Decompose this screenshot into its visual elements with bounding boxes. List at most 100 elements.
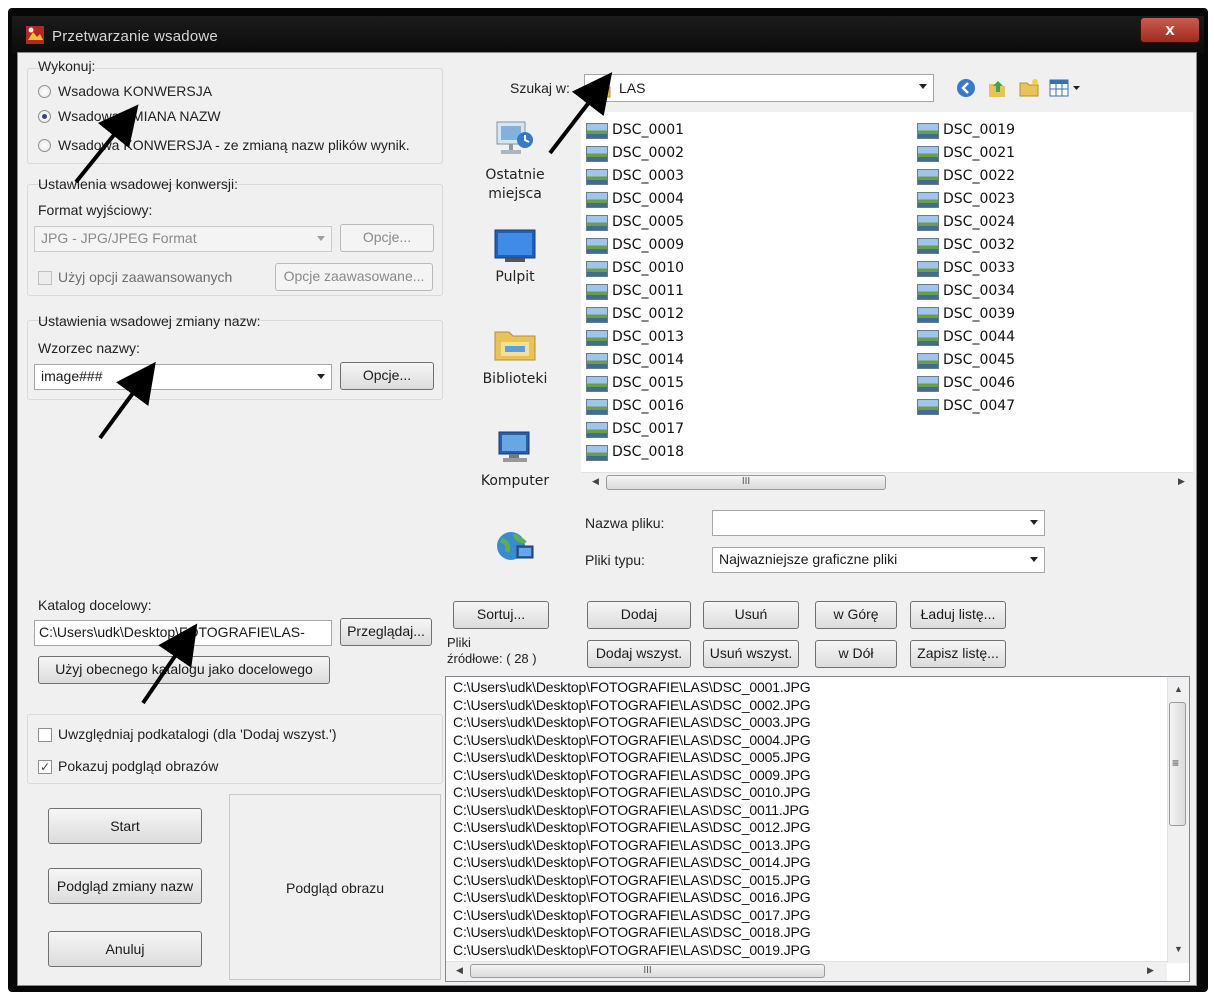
computer-label[interactable]: Komputer: [470, 472, 560, 491]
file-item[interactable]: DSC_0005: [580, 211, 684, 233]
load-list-button[interactable]: Ładuj listę...: [910, 601, 1006, 629]
back-icon[interactable]: [955, 77, 977, 99]
name-pattern-select[interactable]: image###: [34, 364, 332, 390]
scroll-right-icon[interactable]: ▶: [1178, 476, 1185, 487]
desktop-label[interactable]: Pulpit: [470, 268, 560, 287]
file-item[interactable]: DSC_0021: [911, 142, 1015, 164]
move-up-button[interactable]: w Górę: [815, 601, 897, 629]
add-button[interactable]: Dodaj: [587, 601, 691, 629]
preview-checkbox-label[interactable]: Pokazuj podgląd obrazów: [58, 758, 218, 774]
browse-button[interactable]: Przeglądaj...: [340, 618, 432, 646]
source-file-row[interactable]: C:\Users\udk\Desktop\FOTOGRAFIE\LAS\DSC_…: [453, 697, 811, 713]
file-item[interactable]: DSC_0024: [911, 211, 1015, 233]
file-item[interactable]: DSC_0044: [911, 326, 1015, 348]
file-item[interactable]: DSC_0018: [580, 441, 684, 463]
advanced-options-button[interactable]: Opcje zaawasowane...: [275, 263, 433, 291]
file-item[interactable]: DSC_0023: [911, 188, 1015, 210]
file-item[interactable]: DSC_0045: [911, 349, 1015, 371]
file-item[interactable]: DSC_0010: [580, 257, 684, 279]
subfolders-checkbox[interactable]: [38, 728, 52, 742]
look-in-select[interactable]: LAS: [584, 74, 934, 102]
file-item[interactable]: DSC_0003: [580, 165, 684, 187]
remove-all-button[interactable]: Usuń wszyst.: [703, 640, 799, 668]
file-item[interactable]: DSC_0004: [580, 188, 684, 210]
preview-checkbox[interactable]: ✓: [38, 760, 52, 774]
file-item[interactable]: DSC_0032: [911, 234, 1015, 256]
subfolders-label[interactable]: Uwzględniaj podkatalogi (dla 'Dodaj wszy…: [58, 726, 336, 742]
radio-batch-conversion-rename[interactable]: [38, 139, 51, 152]
libraries-label[interactable]: Biblioteki: [470, 370, 560, 389]
radio-batch-conversion-rename-label[interactable]: Wsadowa KONWERSJA - ze zmianą nazw plikó…: [58, 137, 410, 153]
file-item[interactable]: DSC_0047: [911, 395, 1015, 417]
rename-preview-button[interactable]: Podgląd zmiany nazw: [48, 868, 202, 904]
scroll-right-icon[interactable]: ▶: [1147, 965, 1154, 976]
scroll-left-icon[interactable]: ◀: [456, 965, 463, 976]
move-down-button[interactable]: w Dół: [815, 640, 897, 668]
source-file-row[interactable]: C:\Users\udk\Desktop\FOTOGRAFIE\LAS\DSC_…: [453, 820, 811, 835]
save-list-button[interactable]: Zapisz listę...: [910, 640, 1006, 668]
recent-places-label[interactable]: Ostatnie miejsca: [469, 166, 561, 204]
radio-batch-conversion-label[interactable]: Wsadowa KONWERSJA: [58, 83, 212, 99]
file-item[interactable]: DSC_0033: [911, 257, 1015, 279]
source-file-row[interactable]: C:\Users\udk\Desktop\FOTOGRAFIE\LAS\DSC_…: [453, 732, 811, 748]
file-item[interactable]: DSC_0039: [911, 303, 1015, 325]
source-file-row[interactable]: C:\Users\udk\Desktop\FOTOGRAFIE\LAS\DSC_…: [453, 907, 811, 923]
recent-places-icon[interactable]: [491, 118, 539, 158]
source-file-row[interactable]: C:\Users\udk\Desktop\FOTOGRAFIE\LAS\DSC_…: [453, 890, 811, 905]
scroll-down-icon[interactable]: ▼: [1174, 944, 1183, 954]
network-icon[interactable]: [491, 526, 539, 566]
radio-batch-rename[interactable]: [38, 110, 51, 123]
source-file-row[interactable]: C:\Users\udk\Desktop\FOTOGRAFIE\LAS\DSC_…: [453, 785, 811, 800]
new-folder-icon[interactable]: [1018, 77, 1040, 99]
source-file-row[interactable]: C:\Users\udk\Desktop\FOTOGRAFIE\LAS\DSC_…: [453, 942, 811, 958]
source-file-row[interactable]: C:\Users\udk\Desktop\FOTOGRAFIE\LAS\DSC_…: [453, 715, 811, 730]
view-menu-icon[interactable]: [1048, 77, 1084, 99]
source-list-hscroll-thumb[interactable]: III: [470, 964, 825, 978]
start-button[interactable]: Start: [48, 808, 202, 844]
file-item[interactable]: DSC_0046: [911, 372, 1015, 394]
scroll-up-icon[interactable]: ▲: [1174, 684, 1183, 694]
source-file-row[interactable]: C:\Users\udk\Desktop\FOTOGRAFIE\LAS\DSC_…: [453, 767, 811, 783]
add-all-button[interactable]: Dodaj wszyst.: [587, 640, 691, 668]
file-item[interactable]: DSC_0034: [911, 280, 1015, 302]
source-file-row[interactable]: C:\Users\udk\Desktop\FOTOGRAFIE\LAS\DSC_…: [453, 750, 811, 765]
filetype-select[interactable]: Najwazniejsze graficzne pliki: [712, 547, 1045, 573]
close-button[interactable]: x: [1140, 17, 1200, 43]
file-item[interactable]: DSC_0002: [580, 142, 684, 164]
file-item[interactable]: DSC_0011: [580, 280, 684, 302]
file-item[interactable]: DSC_0015: [580, 372, 684, 394]
file-item[interactable]: DSC_0022: [911, 165, 1015, 187]
remove-button[interactable]: Usuń: [703, 601, 799, 629]
source-file-row[interactable]: C:\Users\udk\Desktop\FOTOGRAFIE\LAS\DSC_…: [453, 872, 811, 888]
file-item[interactable]: DSC_0001: [580, 119, 684, 141]
file-item[interactable]: DSC_0012: [580, 303, 684, 325]
up-folder-icon[interactable]: [986, 77, 1008, 99]
sort-button[interactable]: Sortuj...: [453, 601, 549, 629]
conversion-options-button[interactable]: Opcje...: [340, 224, 434, 252]
desktop-icon[interactable]: [491, 226, 539, 266]
use-current-folder-button[interactable]: Użyj obecnego katalogu jako docelowego: [38, 656, 330, 684]
advanced-options-label[interactable]: Użyj opcji zaawansowanych: [58, 269, 232, 285]
libraries-icon[interactable]: [491, 324, 539, 364]
file-list-scroll-thumb[interactable]: III: [606, 475, 886, 490]
radio-batch-conversion[interactable]: [38, 85, 51, 98]
scroll-left-icon[interactable]: ◀: [592, 476, 599, 487]
file-item[interactable]: DSC_0013: [580, 326, 684, 348]
file-item[interactable]: DSC_0014: [580, 349, 684, 371]
cancel-button[interactable]: Anuluj: [48, 931, 202, 967]
radio-batch-rename-label[interactable]: Wsadowa ZMIANA NAZW: [58, 108, 221, 124]
source-file-row[interactable]: C:\Users\udk\Desktop\FOTOGRAFIE\LAS\DSC_…: [453, 680, 811, 695]
advanced-options-checkbox[interactable]: [38, 271, 52, 285]
file-item[interactable]: DSC_0019: [911, 119, 1015, 141]
source-file-row[interactable]: C:\Users\udk\Desktop\FOTOGRAFIE\LAS\DSC_…: [453, 855, 811, 870]
file-item[interactable]: DSC_0009: [580, 234, 684, 256]
filename-input[interactable]: [712, 510, 1045, 536]
source-file-row[interactable]: C:\Users\udk\Desktop\FOTOGRAFIE\LAS\DSC_…: [453, 802, 810, 818]
source-file-row[interactable]: C:\Users\udk\Desktop\FOTOGRAFIE\LAS\DSC_…: [453, 925, 811, 940]
format-select[interactable]: JPG - JPG/JPEG Format: [34, 226, 332, 252]
computer-icon[interactable]: [491, 428, 539, 468]
file-item[interactable]: DSC_0017: [580, 418, 684, 440]
target-folder-input[interactable]: C:\Users\udk\Desktop\FOTOGRAFIE\LAS-: [34, 620, 332, 646]
file-item[interactable]: DSC_0016: [580, 395, 684, 417]
rename-options-button[interactable]: Opcje...: [340, 362, 434, 390]
